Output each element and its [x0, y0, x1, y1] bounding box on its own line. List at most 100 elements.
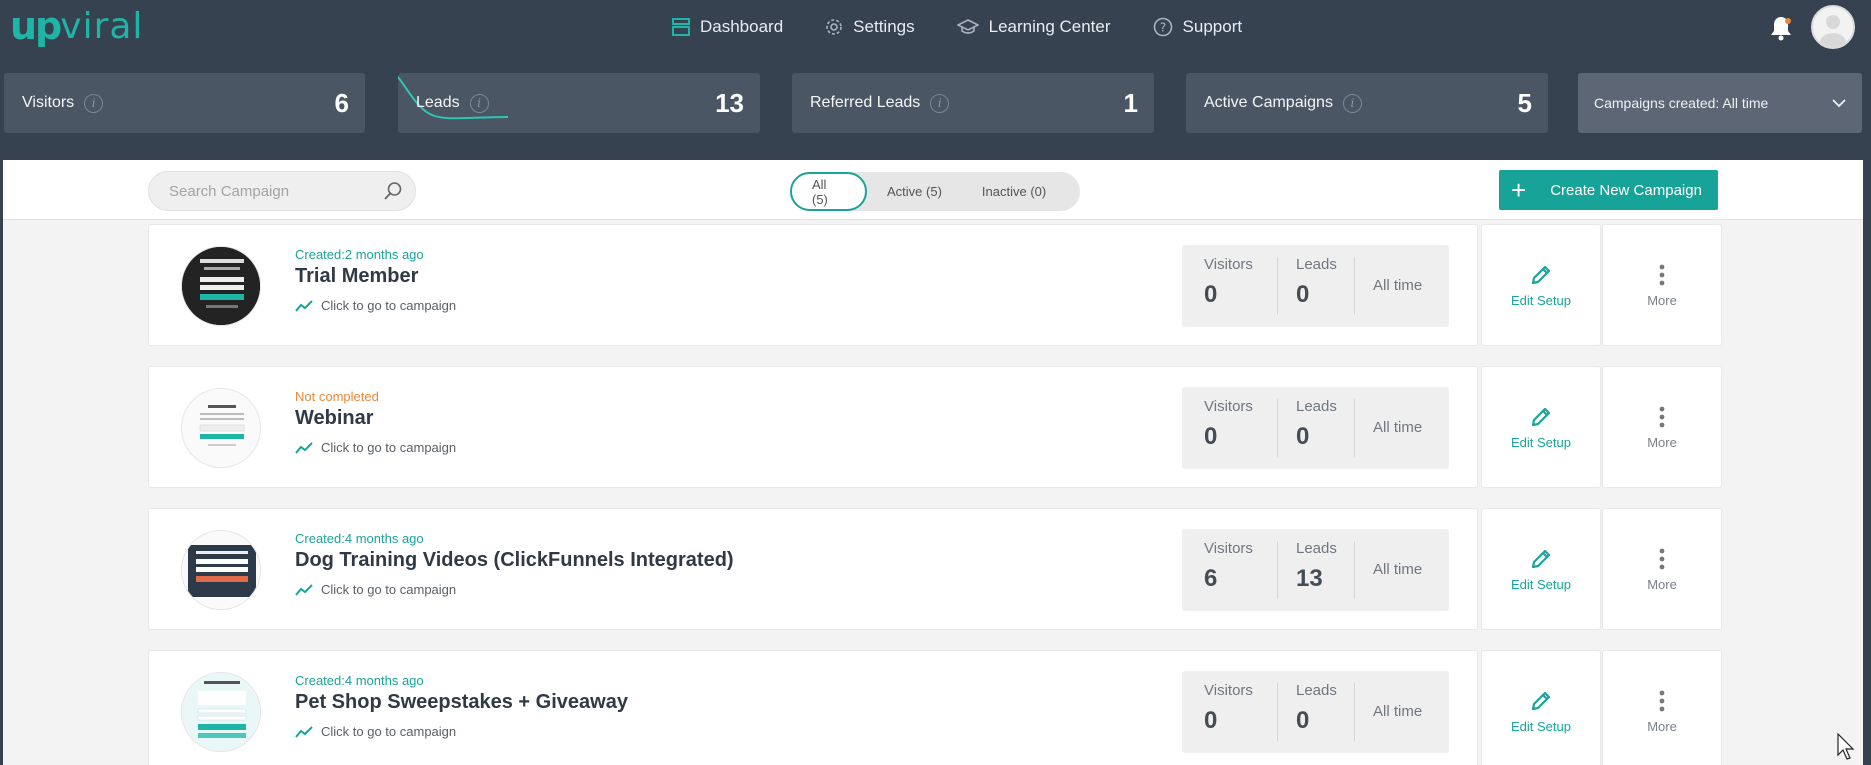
bell-icon[interactable]: [1768, 14, 1794, 42]
stats-divider: [1277, 257, 1278, 315]
edit-setup-button[interactable]: Edit Setup: [1481, 224, 1601, 346]
campaigns-created-label: Campaigns created: All time: [1594, 95, 1769, 111]
top-navbar: up viral Dashboard Settings Learning Cent…: [0, 0, 1871, 60]
filter-active[interactable]: Active (5): [867, 172, 962, 211]
user-avatar[interactable]: [1811, 5, 1855, 49]
nav-settings-label: Settings: [853, 17, 915, 36]
more-button[interactable]: More: [1602, 224, 1722, 346]
edit-setup-button[interactable]: Edit Setup: [1481, 508, 1601, 630]
campaign-card[interactable]: Created:4 months ago Dog Training Videos…: [148, 508, 1478, 630]
search-box[interactable]: [148, 171, 416, 211]
visitors-label: Visitors: [1204, 398, 1253, 415]
edit-setup-button[interactable]: Edit Setup: [1481, 366, 1601, 488]
stats-divider: [1354, 399, 1355, 457]
edit-setup-button[interactable]: Edit Setup: [1481, 650, 1601, 765]
more-button[interactable]: More: [1602, 650, 1722, 765]
leads-label: Leads: [1296, 398, 1337, 415]
campaign-row: Not completed Webinar Click to go to cam…: [148, 366, 1722, 488]
nav-support[interactable]: ? Support: [1153, 14, 1243, 40]
stats-divider: [1277, 399, 1278, 457]
campaign-card[interactable]: Created:4 months ago Pet Shop Sweepstake…: [148, 650, 1478, 765]
stat-active-campaigns-value: 5: [1517, 87, 1532, 118]
campaign-card[interactable]: Created:2 months ago Trial Member Click …: [148, 224, 1478, 346]
go-to-campaign-link[interactable]: Click to go to campaign: [295, 582, 734, 597]
kebab-menu-icon: [1659, 264, 1665, 285]
stats-divider: [1354, 683, 1355, 741]
edit-setup-label: Edit Setup: [1511, 718, 1571, 734]
stat-leads-label: Leads: [416, 94, 460, 111]
info-icon[interactable]: i: [469, 93, 489, 113]
visitors-value: 0: [1204, 423, 1218, 450]
search-icon[interactable]: [383, 181, 403, 201]
info-icon[interactable]: i: [84, 93, 104, 113]
stat-referred-leads-value: 1: [1123, 87, 1138, 118]
filter-all[interactable]: All (5): [790, 172, 867, 211]
go-to-campaign-link[interactable]: Click to go to campaign: [295, 440, 456, 455]
stats-divider: [1354, 257, 1355, 315]
stat-card-leads: Leads i 13: [398, 73, 760, 133]
campaign-name[interactable]: Pet Shop Sweepstakes + Giveaway: [295, 691, 628, 714]
campaign-name[interactable]: Webinar: [295, 407, 456, 430]
leads-value: 0: [1296, 281, 1310, 308]
campaign-card[interactable]: Not completed Webinar Click to go to cam…: [148, 366, 1478, 488]
campaign-stats: Visitors 0 Leads 0 All time: [1182, 245, 1449, 327]
nav-support-label: Support: [1182, 17, 1243, 36]
pencil-icon: [1531, 407, 1551, 426]
stat-visitors-value: 6: [334, 87, 349, 118]
info-icon[interactable]: i: [930, 93, 950, 113]
campaign-stats: Visitors 0 Leads 0 All time: [1182, 671, 1449, 753]
go-to-campaign-link[interactable]: Click to go to campaign: [295, 298, 456, 313]
user-silhouette-icon: [1820, 15, 1846, 47]
search-input[interactable]: [169, 182, 369, 200]
campaign-row: Created:4 months ago Pet Shop Sweepstake…: [148, 650, 1722, 765]
go-to-campaign-label: Click to go to campaign: [321, 724, 457, 739]
chevron-down-icon: [1832, 99, 1846, 108]
stats-period: All time: [1373, 277, 1423, 294]
campaign-stats: Visitors 6 Leads 13 All time: [1182, 529, 1449, 611]
campaign-row: Created:2 months ago Trial Member Click …: [148, 224, 1722, 346]
campaign-created: Created:4 months ago: [295, 531, 424, 546]
trend-line-icon: [295, 299, 313, 312]
trend-line-icon: [295, 725, 313, 738]
info-icon[interactable]: i: [1342, 93, 1362, 113]
thumbnail-preview: [182, 389, 260, 467]
campaigns-created-dropdown[interactable]: Campaigns created: All time: [1578, 73, 1862, 133]
more-label: More: [1647, 576, 1677, 592]
edit-setup-label: Edit Setup: [1511, 434, 1571, 450]
create-new-campaign-button[interactable]: + Create New Campaign: [1499, 170, 1718, 210]
dashboard-icon: [672, 18, 690, 36]
stats-divider: [1277, 683, 1278, 741]
nav-dashboard[interactable]: Dashboard: [672, 14, 783, 40]
nav-settings[interactable]: Settings: [825, 14, 915, 40]
stat-card-referred-leads: Referred Leads i 1: [792, 73, 1154, 133]
more-label: More: [1647, 292, 1677, 308]
edit-setup-label: Edit Setup: [1511, 292, 1571, 308]
go-to-campaign-link[interactable]: Click to go to campaign: [295, 724, 628, 739]
upviral-logo[interactable]: up viral: [10, 4, 143, 48]
stat-card-visitors: Visitors i 6: [4, 73, 365, 133]
stat-referred-leads-label: Referred Leads: [810, 94, 921, 111]
leads-label: Leads: [1296, 540, 1337, 557]
kebab-menu-icon: [1659, 548, 1665, 569]
trend-line-icon: [295, 441, 313, 454]
go-to-campaign-label: Click to go to campaign: [321, 298, 457, 313]
nav-learning-center-label: Learning Center: [988, 17, 1111, 36]
more-button[interactable]: More: [1602, 366, 1722, 488]
nav-learning-center[interactable]: Learning Center: [956, 14, 1111, 40]
status-filter-tabs: All (5) Active (5) Inactive (0): [790, 172, 1080, 211]
more-button[interactable]: More: [1602, 508, 1722, 630]
visitors-label: Visitors: [1204, 256, 1253, 273]
filter-inactive[interactable]: Inactive (0): [962, 172, 1066, 211]
pencil-icon: [1531, 265, 1551, 284]
create-new-campaign-label: Create New Campaign: [1550, 181, 1702, 199]
campaign-thumbnail: [181, 388, 261, 468]
campaign-name[interactable]: Dog Training Videos (ClickFunnels Integr…: [295, 549, 734, 572]
visitors-value: 0: [1204, 281, 1218, 308]
leads-value: 0: [1296, 423, 1310, 450]
thumbnail-preview: [182, 673, 260, 751]
thumbnail-preview: [182, 531, 260, 609]
campaign-name[interactable]: Trial Member: [295, 265, 456, 288]
campaign-created: Created:4 months ago: [295, 673, 424, 688]
pencil-icon: [1531, 549, 1551, 568]
more-label: More: [1647, 718, 1677, 734]
